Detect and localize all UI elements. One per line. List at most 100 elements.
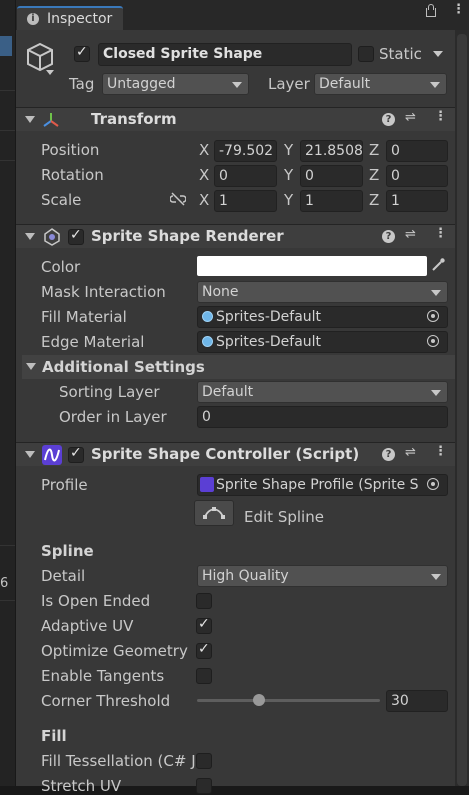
row-divider [0, 600, 15, 601]
chevron-down-icon [430, 82, 440, 88]
scale-label: Scale [41, 191, 82, 209]
tag-value: Untagged [107, 76, 176, 92]
additional-settings-label: Additional Settings [42, 358, 205, 376]
fill-material-field[interactable]: Sprites-Default [197, 306, 448, 328]
static-label: Static [379, 45, 422, 63]
enable-tangents-checkbox[interactable] [196, 668, 212, 684]
order-in-layer-field[interactable]: 0 [197, 406, 448, 428]
order-in-layer-label: Order in Layer [59, 408, 167, 426]
axis-z-label[interactable]: Z [369, 166, 379, 184]
controller-header[interactable]: Sprite Shape Controller (Script) ? ⇌ ⋮ [16, 442, 455, 466]
axis-z-label[interactable]: Z [369, 191, 379, 209]
rotation-x-field[interactable]: 0 [214, 165, 277, 187]
help-icon[interactable]: ? [382, 448, 395, 461]
foldout-icon[interactable] [25, 451, 35, 458]
layer-dropdown[interactable]: Default [314, 73, 447, 95]
edit-spline-button[interactable] [194, 500, 234, 526]
adaptive-uv-label: Adaptive UV [41, 617, 134, 635]
sorting-layer-dropdown[interactable]: Default [197, 381, 448, 403]
spline-heading: Spline [41, 542, 94, 560]
corner-threshold-slider-track[interactable] [197, 699, 380, 702]
object-name-field[interactable]: Closed Sprite Shape [98, 43, 352, 66]
static-checkbox[interactable] [358, 46, 374, 62]
static-dropdown-arrow[interactable] [433, 51, 443, 57]
axis-y-label[interactable]: Y [284, 191, 293, 209]
help-icon[interactable]: ? [382, 230, 395, 243]
scale-y-field[interactable]: 1 [300, 190, 363, 212]
open-ended-checkbox[interactable] [196, 593, 212, 609]
profile-field[interactable]: Sprite Shape Profile (Sprite S [197, 474, 448, 496]
mask-interaction-dropdown[interactable]: None [197, 281, 448, 303]
kebab-menu-icon[interactable]: ⋮ [452, 2, 465, 17]
enable-tangents-label: Enable Tangents [41, 667, 165, 685]
stretch-uv-checkbox[interactable] [196, 778, 212, 794]
additional-settings-foldout[interactable]: Additional Settings [22, 355, 455, 379]
stretch-uv-label: Stretch UV [41, 777, 122, 795]
kebab-menu-icon[interactable]: ⋮ [434, 444, 447, 459]
detail-dropdown[interactable]: High Quality [197, 565, 448, 587]
axis-z-label[interactable]: Z [369, 141, 379, 159]
renderer-icon [42, 227, 62, 251]
sorting-layer-value: Default [202, 384, 254, 400]
renderer-enabled-toggle[interactable] [68, 227, 84, 245]
controller-enabled-toggle[interactable] [68, 445, 84, 463]
transform-title: Transform [91, 110, 177, 128]
rotation-y-field[interactable]: 0 [300, 165, 363, 187]
hierarchy-selection [0, 36, 12, 56]
presets-icon[interactable]: ⇌ [405, 227, 416, 242]
sorting-layer-label: Sorting Layer [59, 383, 160, 401]
scrollbar-thumb[interactable] [457, 34, 467, 786]
axis-x-label[interactable]: X [199, 191, 209, 209]
layer-value: Default [319, 76, 371, 92]
gameobject-cube-icon[interactable] [24, 40, 56, 80]
position-y-field[interactable]: 21.8508 [300, 140, 363, 162]
object-picker-icon[interactable] [427, 478, 439, 490]
active-toggle[interactable] [74, 44, 90, 62]
axis-x-label[interactable]: X [199, 166, 209, 184]
foldout-icon[interactable] [25, 233, 35, 240]
object-picker-icon[interactable] [427, 310, 439, 322]
fill-heading: Fill [41, 727, 67, 745]
kebab-menu-icon[interactable]: ⋮ [434, 109, 447, 124]
color-swatch[interactable] [197, 256, 427, 276]
edge-material-label: Edge Material [41, 333, 145, 351]
scale-z-field[interactable]: 1 [386, 190, 448, 212]
position-x-field[interactable]: -79.502 [214, 140, 277, 162]
material-icon [202, 336, 213, 347]
presets-icon[interactable]: ⇌ [405, 445, 416, 460]
foldout-icon[interactable] [26, 363, 36, 370]
kebab-menu-icon[interactable]: ⋮ [434, 226, 447, 241]
sprite-shape-profile-icon [200, 477, 214, 492]
fill-material-value: Sprites-Default [216, 309, 322, 325]
rotation-z-field[interactable]: 0 [386, 165, 448, 187]
edge-material-value: Sprites-Default [216, 334, 322, 350]
axis-y-label[interactable]: Y [284, 166, 293, 184]
position-label: Position [41, 141, 100, 159]
tab-inspector[interactable]: i Inspector [17, 6, 123, 31]
color-label: Color [41, 258, 81, 276]
optimize-geometry-checkbox[interactable] [196, 641, 212, 659]
position-z-field[interactable]: 0 [386, 140, 448, 162]
axis-x-label[interactable]: X [199, 141, 209, 159]
transform-header[interactable]: Transform ? ⇌ ⋮ [16, 107, 455, 131]
axis-y-label[interactable]: Y [284, 141, 293, 159]
scale-x-field[interactable]: 1 [214, 190, 277, 212]
help-icon[interactable]: ? [382, 113, 395, 126]
edge-material-field[interactable]: Sprites-Default [197, 331, 448, 353]
tag-dropdown[interactable]: Untagged [102, 73, 249, 95]
corner-threshold-field[interactable]: 30 [386, 690, 448, 712]
link-broken-icon[interactable] [169, 192, 187, 210]
layer-label: Layer [268, 75, 310, 93]
row-divider [0, 90, 15, 91]
info-icon: i [27, 13, 39, 25]
tab-label: Inspector [47, 11, 113, 27]
renderer-header[interactable]: Sprite Shape Renderer ? ⇌ ⋮ [16, 224, 455, 248]
object-picker-icon[interactable] [427, 335, 439, 347]
presets-icon[interactable]: ⇌ [405, 110, 416, 125]
transform-icon [42, 111, 60, 133]
adaptive-uv-checkbox[interactable] [196, 616, 212, 634]
eyedropper-icon[interactable] [430, 257, 446, 277]
scrollbar[interactable] [455, 30, 469, 786]
foldout-icon[interactable] [25, 116, 35, 123]
fill-tessellation-checkbox[interactable] [196, 753, 212, 769]
